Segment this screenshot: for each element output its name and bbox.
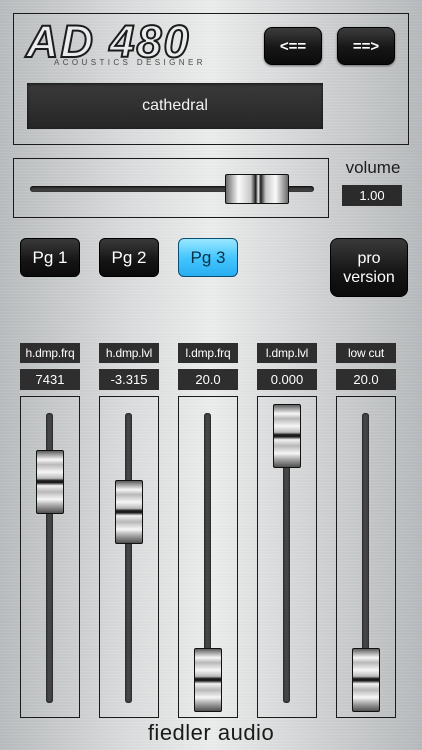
pro-label-line2: version <box>343 268 395 286</box>
param-label: low cut <box>336 343 396 363</box>
pro-label-line1: pro <box>357 249 381 267</box>
preset-name-display[interactable]: cathedral <box>27 83 323 129</box>
param-slider-thumb[interactable] <box>194 648 222 712</box>
app-logo: AD 480 ACOUSTICS DESIGNER <box>25 15 246 74</box>
param-slider-thumb[interactable] <box>36 450 64 514</box>
page-3-button[interactable]: Pg 3 <box>178 238 238 277</box>
volume-label: volume <box>345 158 401 177</box>
param-label: h.dmp.frq <box>20 343 80 363</box>
param-label: l.dmp.frq <box>178 343 238 363</box>
param-slider-track[interactable] <box>125 413 132 703</box>
prev-preset-button[interactable]: <== <box>264 27 322 65</box>
param-label: h.dmp.lvl <box>99 343 159 363</box>
page-1-button[interactable]: Pg 1 <box>20 238 80 277</box>
volume-slider-thumb[interactable] <box>225 174 289 204</box>
param-label: l.dmp.lvl <box>257 343 317 363</box>
param-value: 20.0 <box>336 369 396 390</box>
param-slider-thumb[interactable] <box>352 648 380 712</box>
brand-footer: fiedler audio <box>147 720 275 745</box>
pro-version-button[interactable]: pro version <box>330 238 408 297</box>
param-value: 20.0 <box>178 369 238 390</box>
page-2-button[interactable]: Pg 2 <box>99 238 159 277</box>
next-preset-button[interactable]: ==> <box>337 27 395 65</box>
volume-value: 1.00 <box>342 185 402 206</box>
param-value: 7431 <box>20 369 80 390</box>
param-value: 0.000 <box>257 369 317 390</box>
logo-subtitle: ACOUSTICS DESIGNER <box>54 58 206 67</box>
param-value: -3.315 <box>99 369 159 390</box>
param-slider-thumb[interactable] <box>273 404 301 468</box>
param-slider-thumb[interactable] <box>115 480 143 544</box>
